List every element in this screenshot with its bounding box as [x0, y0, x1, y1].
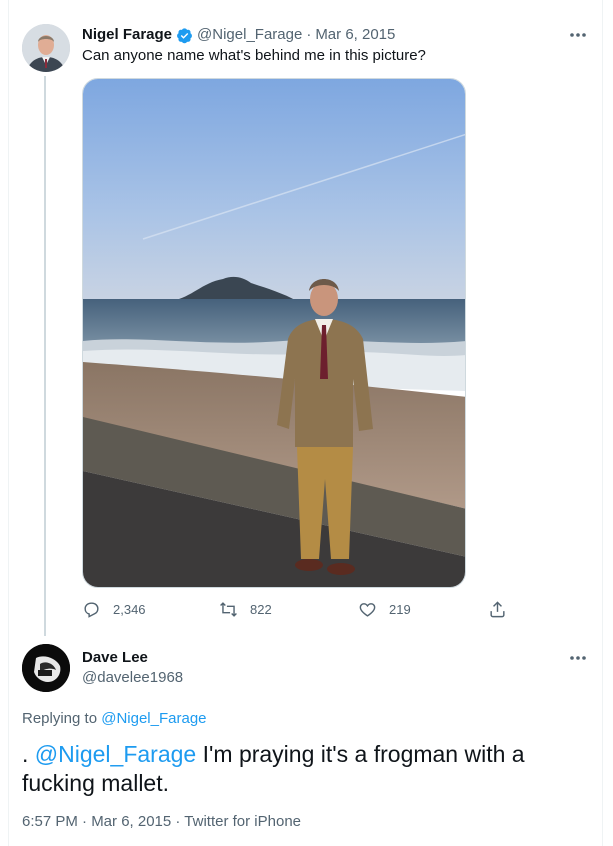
timeline-left-border — [8, 0, 9, 846]
share-action[interactable] — [488, 600, 519, 619]
author-handle[interactable]: @Nigel_Farage — [197, 25, 302, 45]
replying-to-label: Replying to — [22, 710, 98, 727]
reply-author-avatar[interactable] — [22, 644, 70, 692]
reply-mention-link[interactable]: @Nigel_Farage — [35, 741, 196, 767]
like-count: 219 — [389, 602, 411, 617]
reply-timestamp[interactable]: 6:57 PM · Mar 6, 2015 · Twitter for iPho… — [22, 812, 301, 832]
reply-author-portrait-icon — [22, 644, 70, 692]
tweet-photo[interactable] — [82, 78, 466, 588]
timeline-right-border — [602, 0, 603, 846]
reply-author-handle[interactable]: @davelee1968 — [82, 668, 183, 688]
like-icon — [359, 603, 376, 617]
like-action[interactable]: 219 — [358, 600, 411, 619]
retweet-icon — [220, 602, 237, 617]
reply-count: 2,346 — [113, 602, 146, 617]
reply-icon — [84, 602, 99, 618]
author-name[interactable]: Nigel Farage — [82, 25, 172, 45]
reply-text: . @Nigel_Farage I'm praying it's a frogm… — [22, 740, 582, 798]
author-portrait-icon — [22, 24, 70, 72]
more-icon[interactable] — [568, 648, 588, 668]
retweet-action[interactable]: 822 — [219, 600, 272, 619]
tweet-header: Nigel Farage @Nigel_Farage · Mar 6, 2015 — [82, 25, 395, 45]
replying-to-line: Replying to @Nigel_Farage — [22, 709, 207, 729]
reply-author-name[interactable]: Dave Lee — [82, 648, 148, 668]
reply-action[interactable]: 2,346 — [82, 600, 146, 619]
verified-badge-icon — [176, 27, 193, 44]
meta-separator: · — [306, 26, 312, 43]
more-icon[interactable] — [568, 25, 588, 45]
tweet-actions: 2,346 822 219 — [82, 600, 522, 624]
reply-text-prefix: . — [22, 741, 29, 767]
replying-to-link[interactable]: @Nigel_Farage — [101, 710, 206, 727]
share-icon — [490, 601, 505, 618]
beach-photo-illustration — [83, 79, 465, 587]
retweet-count: 822 — [250, 602, 272, 617]
author-avatar[interactable] — [22, 24, 70, 72]
tweet-text: Can anyone name what's behind me in this… — [82, 47, 426, 64]
thread-connector-line — [44, 76, 46, 636]
tweet-date[interactable]: Mar 6, 2015 — [315, 25, 395, 45]
